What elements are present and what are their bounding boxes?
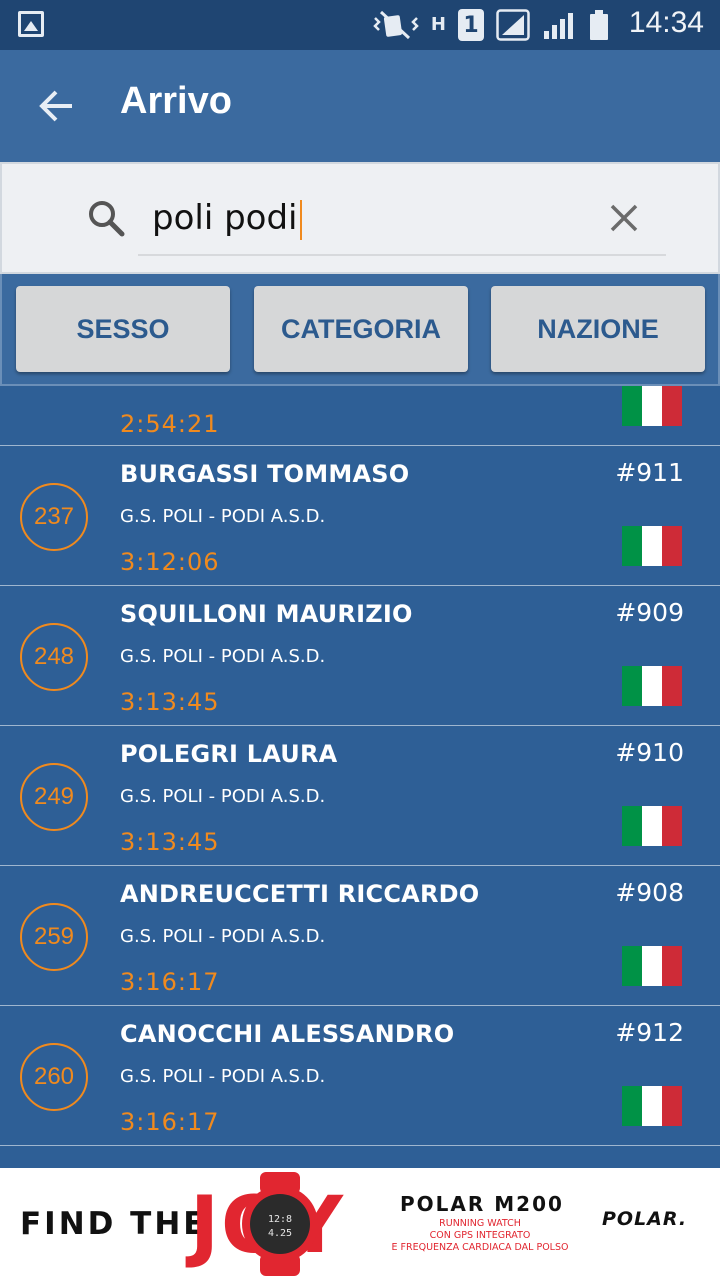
app-bar: Arrivo [0, 50, 720, 162]
team-name: G.S. POLI - PODI A.S.D. [120, 786, 326, 807]
flag-white-stripe [642, 526, 662, 566]
status-bar: H 1 14:34 [0, 0, 720, 50]
ad-product-name: POLAR M200 [400, 1192, 564, 1216]
finish-time: 3:16:17 [120, 1108, 220, 1136]
ad-brand-logo: POLAR. [602, 1208, 688, 1230]
athlete-name: CANOCCHI ALESSANDRO [120, 1020, 455, 1048]
search-input-value: poli podi [152, 198, 298, 238]
finish-time: 3:16:17 [120, 968, 220, 996]
italy-flag-icon [622, 1086, 682, 1126]
search-panel: poli podi [0, 162, 720, 274]
italy-flag-icon [622, 946, 682, 986]
team-name: G.S. POLI - PODI A.S.D. [120, 646, 326, 667]
status-icons: H 1 [373, 8, 610, 42]
athlete-name: BURGASSI TOMMASO [120, 460, 410, 488]
ad-subtitle-line: CON GPS INTEGRATO [429, 1230, 531, 1241]
ad-headline: FIND THE [20, 1206, 208, 1242]
watch-display-bottom: 4.25 [268, 1228, 292, 1239]
flag-red-stripe [662, 526, 682, 566]
flag-green-stripe [622, 526, 642, 566]
flag-green-stripe [622, 1086, 642, 1126]
status-time: 14:34 [628, 6, 704, 39]
gallery-icon [18, 11, 44, 37]
bib-number: #911 [615, 458, 684, 487]
finish-time: 3:12:06 [120, 548, 220, 576]
search-input[interactable]: poli podi [152, 192, 592, 244]
finish-time: 2:54:21 [120, 410, 220, 438]
list-item[interactable]: 259 ANDREUCCETTI RICCARDO G.S. POLI - PO… [0, 866, 720, 1006]
filter-categoria-button[interactable]: CATEGORIA [254, 286, 468, 372]
list-item[interactable]: 249 POLEGRI LAURA G.S. POLI - PODI A.S.D… [0, 726, 720, 866]
flag-red-stripe [662, 946, 682, 986]
position-badge: 249 [20, 763, 88, 831]
team-name: G.S. POLI - PODI A.S.D. [120, 1066, 326, 1087]
sim-1-icon: 1 [458, 8, 484, 42]
athlete-name: POLEGRI LAURA [120, 740, 338, 768]
flag-red-stripe [662, 1086, 682, 1126]
athlete-name: ANDREUCCETTI RICCARDO [120, 880, 480, 908]
results-list[interactable]: 2:54:21 237 BURGASSI TOMMASO G.S. POLI -… [0, 306, 720, 1146]
close-icon[interactable] [606, 200, 642, 236]
filter-bar: SESSO CATEGORIA NAZIONE [0, 274, 720, 386]
finish-time: 3:13:45 [120, 688, 220, 716]
flag-white-stripe [642, 946, 662, 986]
flag-green-stripe [622, 946, 642, 986]
flag-white-stripe [642, 386, 662, 426]
signal-1-icon [496, 8, 530, 42]
bib-number: #909 [615, 598, 684, 627]
bib-number: #912 [615, 1018, 684, 1047]
position-badge: 259 [20, 903, 88, 971]
flag-white-stripe [642, 806, 662, 846]
italy-flag-icon [622, 666, 682, 706]
arrow-left-icon[interactable] [36, 86, 76, 126]
flag-white-stripe [642, 666, 662, 706]
h-plus-data-icon: H [430, 14, 446, 35]
list-item[interactable]: 248 SQUILLONI MAURIZIO G.S. POLI - PODI … [0, 586, 720, 726]
italy-flag-icon [622, 526, 682, 566]
search-underline [138, 254, 666, 256]
magnifier-icon [89, 201, 125, 237]
flag-white-stripe [642, 1086, 662, 1126]
team-name: G.S. POLI - PODI A.S.D. [120, 506, 326, 527]
athlete-name: SQUILLONI MAURIZIO [120, 600, 413, 628]
flag-green-stripe [622, 806, 642, 846]
flag-green-stripe [622, 386, 642, 426]
italy-flag-icon [622, 386, 682, 426]
ad-subtitle-line: RUNNING WATCH [439, 1218, 521, 1229]
position-badge: 237 [20, 483, 88, 551]
finish-time: 3:13:45 [120, 828, 220, 856]
team-name: G.S. POLI - PODI A.S.D. [120, 926, 326, 947]
filter-sesso-button[interactable]: SESSO [16, 286, 230, 372]
battery-icon [588, 8, 610, 42]
sim-label: 1 [458, 9, 484, 41]
position-badge: 260 [20, 1043, 88, 1111]
flag-green-stripe [622, 666, 642, 706]
italy-flag-icon [622, 806, 682, 846]
list-item[interactable]: 237 BURGASSI TOMMASO G.S. POLI - PODI A.… [0, 446, 720, 586]
ad-subtitle-line: E FREQUENZA CARDIACA DAL POLSO [391, 1242, 569, 1253]
text-caret [299, 199, 302, 240]
vibrate-muted-icon [373, 8, 419, 42]
bib-number: #908 [615, 878, 684, 907]
filter-nazione-button[interactable]: NAZIONE [491, 286, 705, 372]
watch-display-top: 12:8 [268, 1214, 292, 1225]
position-badge: 248 [20, 623, 88, 691]
signal-2-icon [542, 8, 576, 42]
list-item[interactable]: 260 CANOCCHI ALESSANDRO G.S. POLI - PODI… [0, 1006, 720, 1146]
page-title: Arrivo [120, 80, 232, 122]
ad-banner[interactable]: FIND THE JOY 12:8 4.25 POLAR M200 RUNNIN… [0, 1168, 720, 1280]
flag-red-stripe [662, 386, 682, 426]
ad-subtitle: RUNNING WATCH CON GPS INTEGRATO E FREQUE… [378, 1218, 582, 1254]
flag-red-stripe [662, 666, 682, 706]
bib-number: #910 [615, 738, 684, 767]
flag-red-stripe [662, 806, 682, 846]
watch-image-icon: 12:8 4.25 [242, 1172, 318, 1276]
